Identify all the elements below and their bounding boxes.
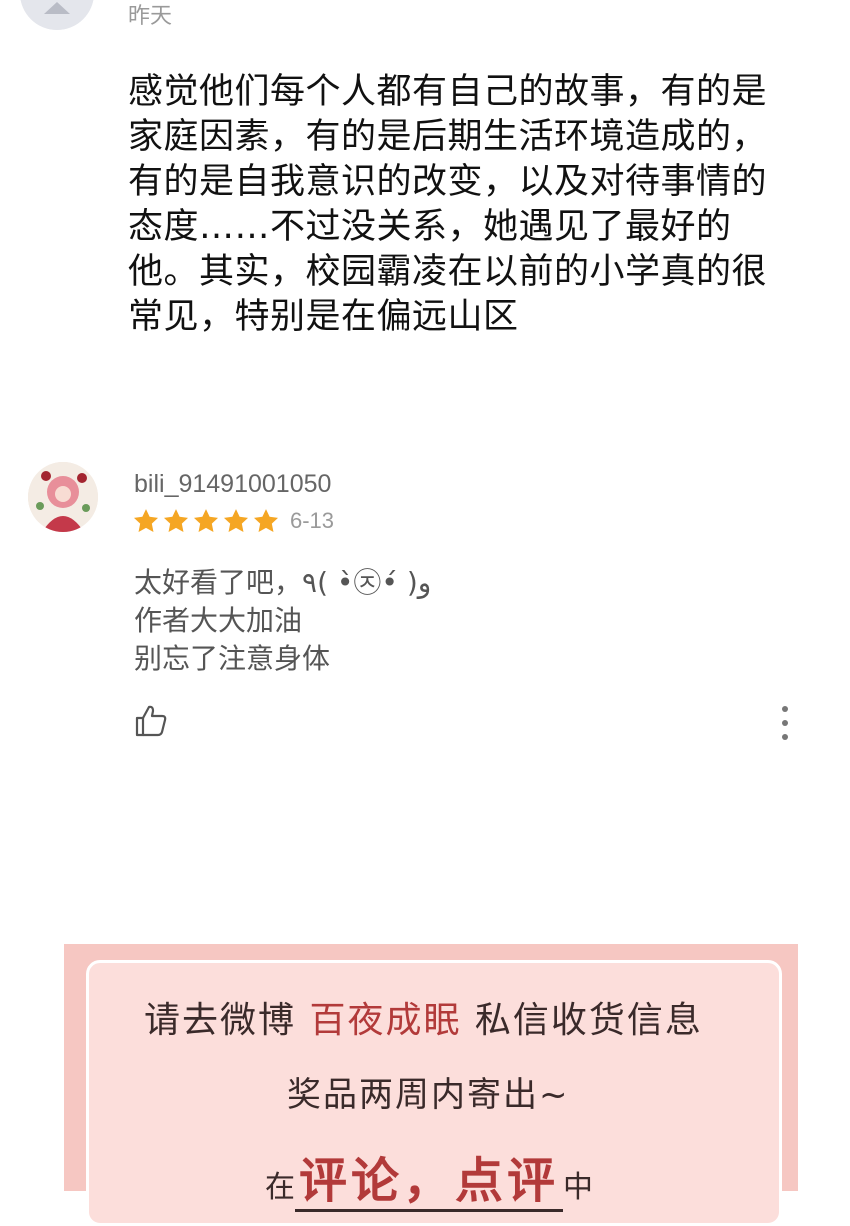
more-options-button[interactable] — [770, 706, 800, 740]
more-vertical-icon — [782, 706, 788, 712]
commenter-username[interactable]: bili_91491001050 — [134, 470, 331, 499]
star-icon — [193, 509, 219, 532]
promo-line-2: 奖品两周内寄出~ — [287, 1075, 570, 1115]
promo-line-1: 请去微博 百夜成眠 私信收货信息 — [144, 991, 703, 1043]
star-rating — [132, 507, 282, 535]
promo-line-1-text: 请去微博 — [144, 1000, 310, 1041]
comment-date: 6-13 — [290, 508, 335, 533]
top-comment-text: 感觉他们每个人都有自己的故事，有的是家庭因素，有的是后期生活环境造成的，有的是自… — [128, 72, 768, 337]
promo-line-1-text: 私信收货信息 — [461, 1000, 703, 1041]
commenter-avatar[interactable] — [28, 462, 98, 532]
more-dot — [782, 734, 788, 740]
promo-line-3: 在评论，点评中 — [265, 1141, 594, 1212]
star-icon — [223, 509, 249, 532]
avatar-illustration — [28, 462, 98, 532]
star-icon — [163, 509, 189, 532]
promo-weibo-account: 百夜成眠 — [309, 1000, 462, 1041]
top-comment-avatar[interactable] — [20, 0, 94, 30]
promo-line-3-text: 在 — [265, 1170, 295, 1205]
promo-banner: 请去微博 百夜成眠 私信收货信息 奖品两周内寄出~ 在评论，点评中 — [64, 944, 798, 1226]
avatar-placeholder-icon — [20, 0, 94, 30]
top-comment-time: 昨天 — [128, 4, 173, 29]
comment-body: 太好看了吧，٩( •̀㉨•́ )و 作者大大加油 别忘了注意身体 — [134, 564, 431, 678]
comment-line: 太好看了吧，٩( •̀㉨•́ )و — [134, 566, 432, 599]
star-icon — [253, 509, 279, 532]
more-dot — [782, 720, 788, 726]
promo-highlight: 评论，点评 — [295, 1153, 564, 1212]
star-icon — [133, 509, 159, 532]
thumbs-up-icon[interactable] — [133, 703, 169, 739]
comment-line: 作者大大加油 — [134, 604, 303, 637]
promo-card: 请去微博 百夜成眠 私信收货信息 奖品两周内寄出~ 在评论，点评中 — [86, 960, 782, 1226]
promo-line-3-text: 中 — [563, 1170, 594, 1205]
comment-line: 别忘了注意身体 — [134, 642, 331, 675]
